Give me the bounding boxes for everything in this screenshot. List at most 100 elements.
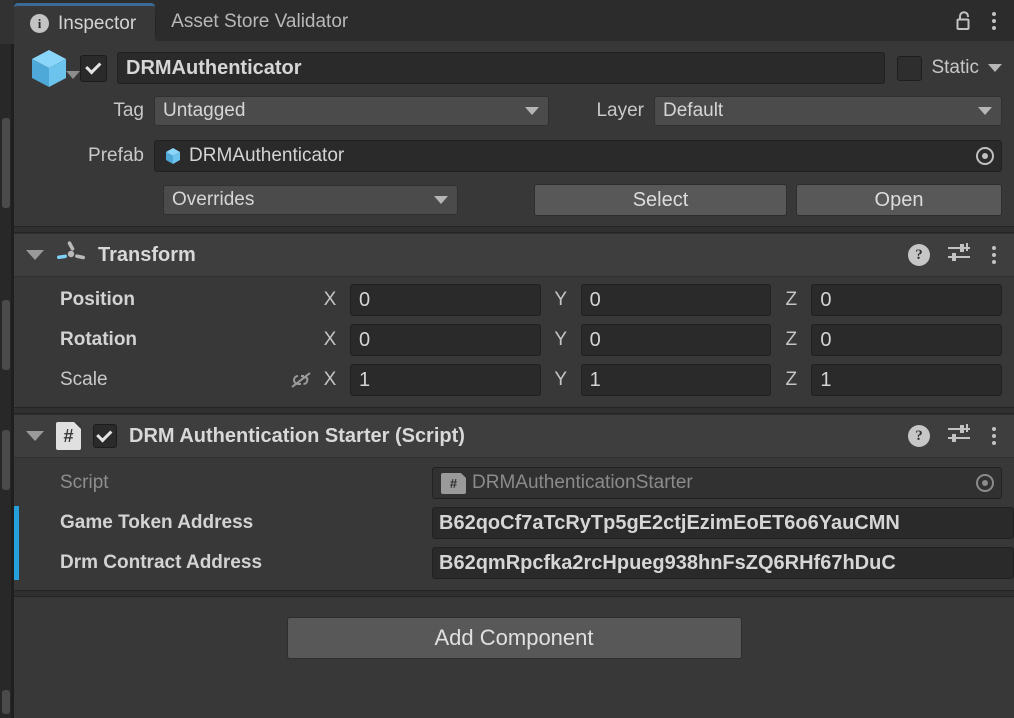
gutter-scrollbar-thumb[interactable] xyxy=(2,118,10,208)
rotation-x-value: 0 xyxy=(359,328,371,351)
axis-x-label: X xyxy=(323,369,337,390)
gameobject-name-row: DRMAuthenticator Static xyxy=(26,50,1002,87)
prefab-actions-row: Overrides Select Open xyxy=(26,182,1002,218)
open-button-label: Open xyxy=(874,188,924,211)
script-enabled-checkbox[interactable] xyxy=(93,424,117,448)
axis-y-label: Y xyxy=(554,329,568,350)
preset-sliders-icon[interactable] xyxy=(946,242,972,269)
scale-x-value: 1 xyxy=(359,368,371,391)
prefab-label: Prefab xyxy=(88,145,144,166)
scale-z-field[interactable]: 1 xyxy=(811,364,1003,396)
chevron-down-icon[interactable] xyxy=(66,71,80,79)
gutter-scrollbar-thumb[interactable] xyxy=(2,430,10,490)
broken-link-icon[interactable] xyxy=(284,370,318,390)
overrides-dropdown[interactable]: Overrides xyxy=(163,185,458,215)
script-foldout-icon[interactable] xyxy=(26,431,44,441)
layer-dropdown[interactable]: Default xyxy=(654,96,1002,126)
open-button[interactable]: Open xyxy=(796,184,1002,216)
help-icon[interactable]: ? xyxy=(908,244,930,266)
scale-vector: X 1 Y 1 Z 1 xyxy=(318,364,1003,396)
select-button-label: Select xyxy=(632,188,689,211)
kebab-menu-icon[interactable] xyxy=(988,244,1000,266)
prefab-override-indicator xyxy=(14,506,19,580)
layer-label: Layer xyxy=(596,100,644,121)
script-component-header[interactable]: # DRM Authentication Starter (Script) ? xyxy=(14,414,1014,458)
preset-sliders-icon[interactable] xyxy=(946,423,972,450)
rotation-label: Rotation xyxy=(60,329,138,350)
prefab-object-field[interactable]: DRMAuthenticator xyxy=(154,140,1002,172)
rotation-y-field[interactable]: 0 xyxy=(580,324,772,356)
gameobject-name-field[interactable]: DRMAuthenticator xyxy=(117,52,886,84)
scale-x-field[interactable]: 1 xyxy=(350,364,541,396)
unlocked-padlock-icon[interactable] xyxy=(954,10,974,32)
scale-y-field[interactable]: 1 xyxy=(580,364,772,396)
drm-contract-address-label: Drm Contract Address xyxy=(60,552,263,573)
drm-contract-address-value: B62qmRpcfka2rcHpueg938hnFsZQ6RHf67hDuC xyxy=(439,551,896,574)
rotation-x-field[interactable]: 0 xyxy=(350,324,541,356)
static-label: Static xyxy=(931,57,979,78)
info-icon: i xyxy=(30,14,49,33)
static-toggle-group: Static xyxy=(897,55,1002,81)
static-checkbox[interactable] xyxy=(897,55,923,81)
transform-component-header[interactable]: Transform ? xyxy=(14,233,1014,277)
tag-layer-row: Tag Untagged Layer Default xyxy=(26,93,1002,129)
position-x-field[interactable]: 0 xyxy=(350,284,541,316)
kebab-menu-icon[interactable] xyxy=(988,425,1000,447)
axis-x-label: X xyxy=(323,289,337,310)
script-object-field: # DRMAuthenticationStarter xyxy=(432,467,1002,499)
script-reference-row: Script # DRMAuthenticationStarter xyxy=(14,466,1014,500)
add-component-label: Add Component xyxy=(434,625,594,650)
section-divider xyxy=(14,590,1014,597)
rotation-z-field[interactable]: 0 xyxy=(811,324,1003,356)
gameobject-name-value: DRMAuthenticator xyxy=(126,56,302,79)
tab-asset-store-validator[interactable]: Asset Store Validator xyxy=(155,3,367,41)
object-picker-icon[interactable] xyxy=(976,147,994,165)
layer-value: Default xyxy=(663,100,724,121)
game-token-address-label: Game Token Address xyxy=(60,512,254,533)
chevron-down-icon xyxy=(434,196,448,204)
section-divider xyxy=(14,226,1014,233)
static-dropdown-chevron-icon[interactable] xyxy=(988,64,1002,72)
script-component-title: DRM Authentication Starter (Script) xyxy=(129,424,465,447)
object-picker-icon xyxy=(976,474,994,492)
axis-z-label: Z xyxy=(785,289,798,310)
rotation-y-value: 0 xyxy=(589,328,601,351)
add-component-button[interactable]: Add Component xyxy=(286,617,742,659)
gameobject-header: DRMAuthenticator Static Tag Untagged Lay… xyxy=(14,41,1014,226)
position-x-value: 0 xyxy=(359,288,371,311)
tab-bar: i Inspector Asset Store Validator xyxy=(14,0,1014,41)
transform-rotation-row: Rotation X 0 Y 0 Z 0 xyxy=(14,323,1014,357)
tab-asset-store-validator-label: Asset Store Validator xyxy=(171,11,349,32)
axis-x-label: X xyxy=(323,329,337,350)
scale-z-value: 1 xyxy=(820,368,832,391)
prefab-cube-icon[interactable] xyxy=(26,45,80,91)
tag-dropdown[interactable]: Untagged xyxy=(154,96,549,126)
game-token-address-value: B62qoCf7aTcRyTp5gE2ctjEzimEoET6o6YauCMN xyxy=(439,511,900,534)
gameobject-enabled-checkbox[interactable] xyxy=(80,54,107,82)
select-button[interactable]: Select xyxy=(534,184,787,216)
chevron-down-icon xyxy=(525,107,539,115)
rotation-z-value: 0 xyxy=(820,328,832,351)
unity-inspector-window: i Inspector Asset Store Validator DRMAut… xyxy=(0,0,1014,718)
transform-foldout-icon[interactable] xyxy=(26,250,44,260)
help-icon[interactable]: ? xyxy=(908,425,930,447)
drm-contract-address-row: Drm Contract Address B62qmRpcfka2rcHpueg… xyxy=(14,546,1014,580)
adjacent-panel-edge xyxy=(0,0,14,718)
tab-inspector[interactable]: i Inspector xyxy=(14,3,157,41)
chevron-down-icon xyxy=(978,107,992,115)
tag-value: Untagged xyxy=(163,100,246,121)
script-header-icons: ? xyxy=(908,423,1000,450)
position-z-field[interactable]: 0 xyxy=(811,284,1003,316)
prefab-cube-icon xyxy=(166,148,180,164)
drm-contract-address-field[interactable]: B62qmRpcfka2rcHpueg938hnFsZQ6RHf67hDuC xyxy=(432,547,1014,579)
transform-title: Transform xyxy=(98,243,196,266)
script-value: DRMAuthenticationStarter xyxy=(472,472,693,493)
kebab-menu-icon[interactable] xyxy=(988,10,1000,32)
transform-component-body: Position X 0 Y 0 Z 0 Rotation X 0 Y 0 Z … xyxy=(14,277,1014,407)
position-y-value: 0 xyxy=(589,288,601,311)
position-y-field[interactable]: 0 xyxy=(580,284,772,316)
gutter-scrollbar-thumb[interactable] xyxy=(2,690,10,714)
gutter-scrollbar-thumb[interactable] xyxy=(2,300,10,370)
axis-z-label: Z xyxy=(785,329,798,350)
game-token-address-field[interactable]: B62qoCf7aTcRyTp5gE2ctjEzimEoET6o6YauCMN xyxy=(432,507,1014,539)
